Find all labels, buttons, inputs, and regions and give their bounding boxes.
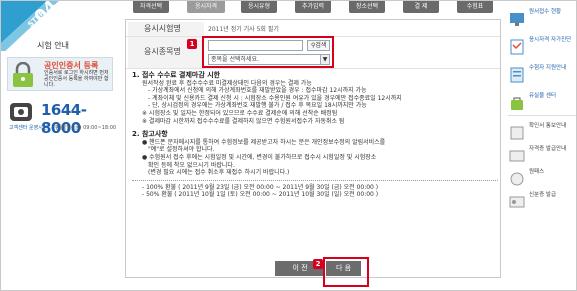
tab-eligibility[interactable]: 응시자격 [187, 1, 225, 13]
phone-icon [10, 103, 32, 121]
quicklink-label: 확인서 통보안내 [529, 123, 567, 129]
notice-line: ● 수험원서 접수 후에는 시험일정 및 시간에, 변경이 불가하므로 접수시 … [142, 153, 377, 161]
site-title: 시험 안내 [37, 41, 69, 50]
notice-line: (변경 필요 시에는 접수 취소후 재접수 하시기 바랍니다.) [148, 169, 290, 177]
notice-line: ※ 시험장소 및 일자는 한정되어 있으므로 수수료 결제순에 의해 선착순 배… [142, 109, 338, 117]
divider [508, 115, 576, 116]
lock-icon [13, 62, 33, 87]
highlight-box-1 [202, 36, 334, 68]
quicklink-label: 수험자 지원안내 [529, 65, 567, 71]
exam-name-label: 응시시험명 [128, 22, 204, 36]
quicklink-label: 자격증 발급안내 [529, 146, 567, 152]
highlight-box-2 [323, 257, 369, 287]
id-card-icon [509, 196, 525, 208]
callcenter-box: 1644-8000 고객센터 운영시간 평일(월~금) 09:00~18:00 [7, 97, 117, 137]
exam-name-value: 2011년 정기 기사 5회 필기 [208, 26, 279, 33]
callout-badge-1: 1 [187, 39, 197, 49]
callcenter-hours-label: 고객센터 운영시간 [9, 125, 48, 131]
divider [132, 179, 498, 181]
page-frame: STEP 04 시험 안내 공인인증서 등록 인증서로 로그인 하시려면 먼저 … [0, 0, 577, 291]
callcenter-number: 1644-8000 [41, 101, 87, 137]
document-icon [510, 67, 524, 83]
quicklink-support[interactable]: 수험자 지원안내 [508, 63, 576, 93]
notice-heading-1: 1. 접수 수수료 결제마감 시한 [132, 71, 221, 79]
tab-qualification[interactable]: 자격선택 [133, 1, 169, 13]
quicklink-self-diagnosis[interactable]: 응시자격 자가진단 [508, 35, 576, 65]
quicklink-label: 응시자격 자가진단 [529, 37, 572, 43]
notice-line: - 가상계좌에서 신청에 의해 가상계좌번호를 재발받았을 경우 : 접수마감 … [148, 87, 367, 95]
left-sidebar: STEP 04 시험 안내 공인인증서 등록 인증서로 로그인 하시려면 먼저 … [1, 1, 121, 290]
main-panel: 응시시험명 2011년 정기 기사 5회 필기 응시종목명 ⚲검색 종목을 선택… [125, 19, 501, 278]
right-sidebar: 원서접수 현황 응시자격 자가진단 수험자 지원안내 유실물 센터 확인서 통보… [504, 1, 576, 290]
tab-extra-input[interactable]: 추가입력 [295, 1, 331, 13]
notice-line: - 단, 상시검정의 경우에는 가상계좌번호 재발행 불가 / 접수 후 목요일… [148, 102, 367, 110]
tab-location[interactable]: 장소선택 [349, 1, 385, 13]
refund-line-50: - 50% 환불 ( 2011년 10월 1일 (토) 오전 00:00 ~ 2… [142, 191, 379, 199]
tab-ticket[interactable]: 수험표 [457, 1, 493, 13]
pass-icon [510, 172, 524, 186]
quicklink-id-card[interactable]: 신분증 발급 [508, 190, 576, 220]
step-tabs: 자격선택 응시자격 응시유형 추가입력 장소선택 결 제 수험표 [125, 1, 501, 13]
notice-text: 1. 접수 수수료 결제마감 시한 원서작성 완료 후 접수수수료 미결제상태인… [132, 71, 498, 268]
certificate-icon [510, 126, 524, 140]
notice-line: ※ 결제마감 시한까지 접수수수료를 결제하지 않으면 수험원서접수가 자동취소… [142, 117, 345, 125]
quicklink-lost-found[interactable]: 유실물 센터 [508, 91, 576, 121]
callout-badge-2: 2 [313, 259, 323, 269]
quicklink-application-status[interactable]: 원서접수 현황 [508, 7, 576, 37]
quicklink-label: 원서접수 현황 [529, 9, 562, 15]
exam-name-row: 응시시험명 2011년 정기 기사 5회 필기 [126, 22, 500, 37]
quicklink-label: 원패스 [529, 169, 545, 175]
quicklink-label: 유실물 센터 [529, 93, 557, 99]
notice-heading-2: 2. 참고사항 [132, 130, 168, 139]
monitor-icon [510, 13, 524, 26]
tab-payment[interactable]: 결 제 [403, 1, 439, 13]
cert-register-banner[interactable]: 공인인증서 등록 인증서로 로그인 하시려면 먼저 공인인증서 등록을 하여야만… [7, 57, 113, 91]
bag-icon [511, 97, 523, 110]
tab-exam-type[interactable]: 응시유형 [241, 1, 277, 13]
cert-desc: 인증서로 로그인 하시려면 먼저 공인인증서 등록을 하여야만 합니다. [44, 70, 109, 88]
callcenter-hours-value: 평일(월~금) 09:00~18:00 [55, 125, 117, 131]
quicklink-label: 신분증 발급 [529, 192, 557, 198]
checklist-icon [510, 39, 524, 55]
notice-line: 확인 등에 착오 없으시기 바랍니다. [148, 161, 235, 169]
card-icon [509, 150, 525, 162]
notice-line: "예"로 설정하셔야 합니다. [148, 146, 215, 154]
